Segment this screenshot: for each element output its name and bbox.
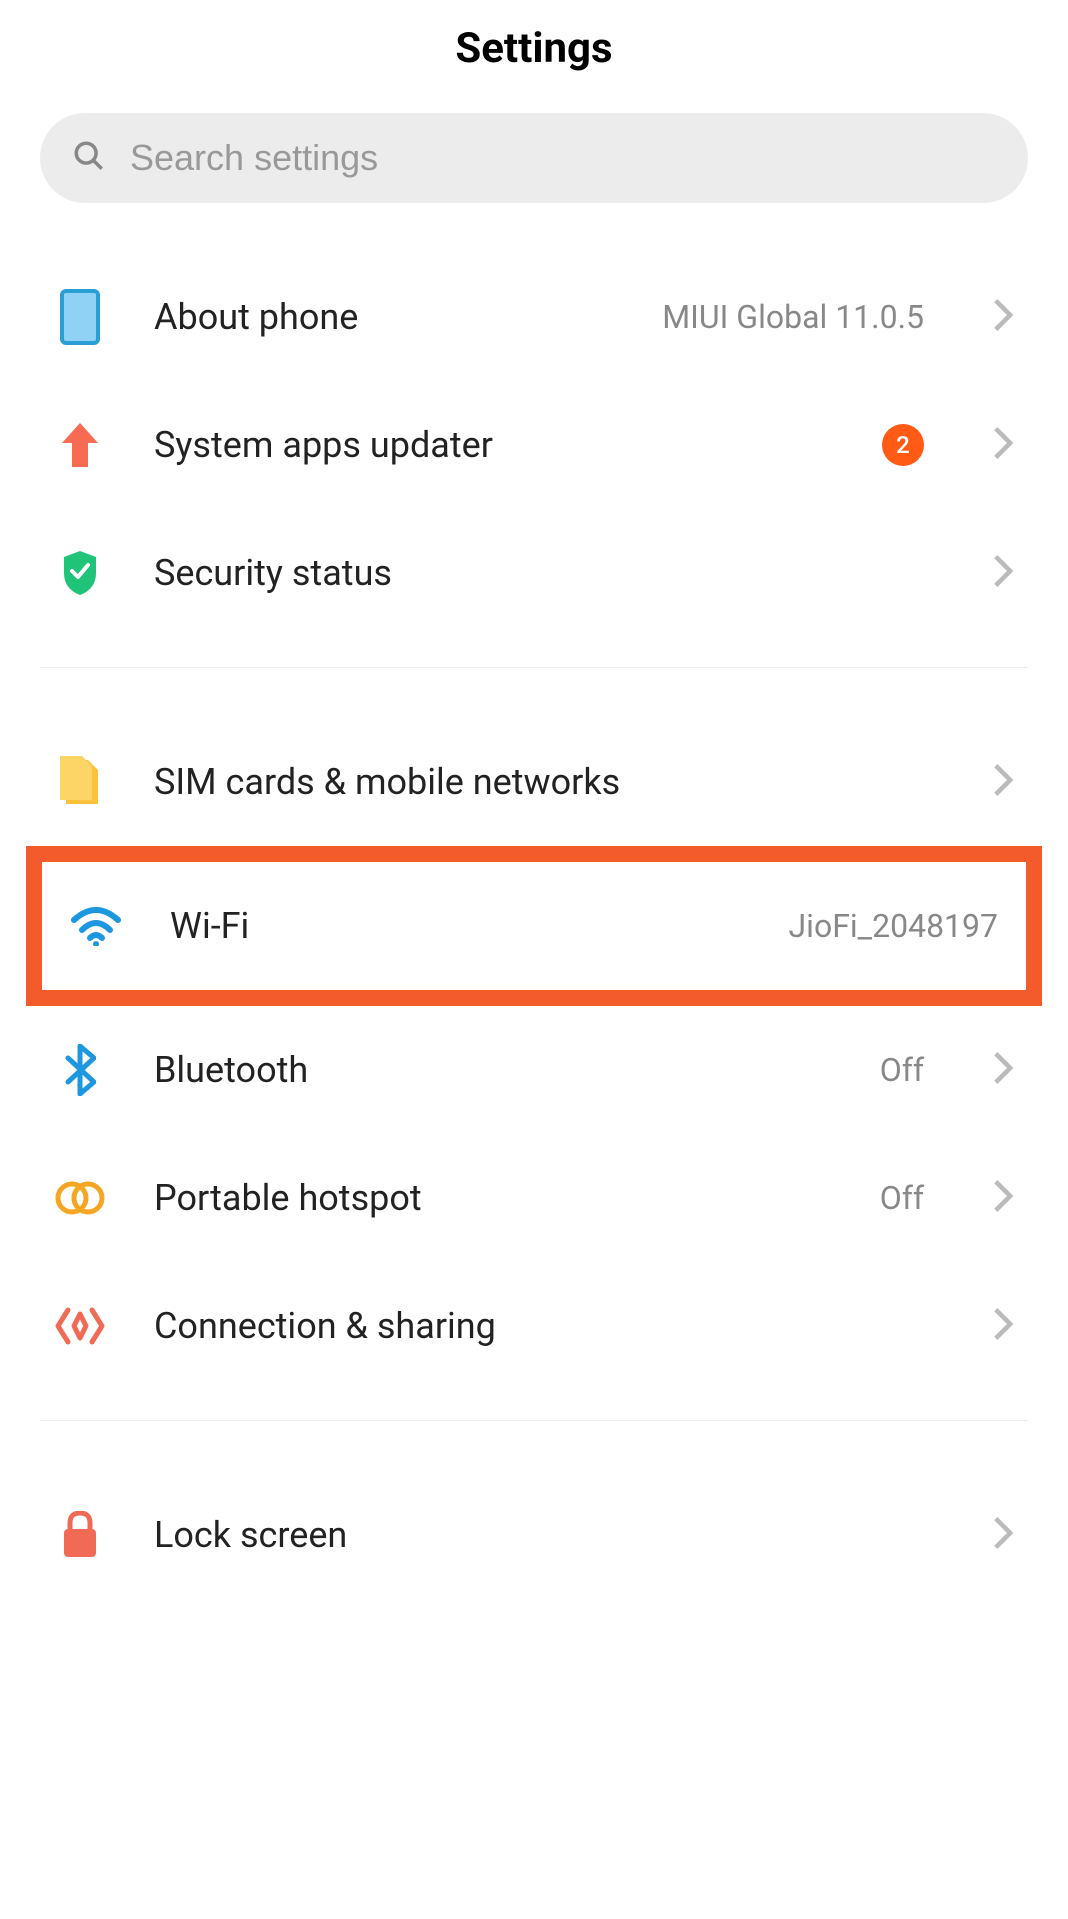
shield-check-icon: [54, 547, 106, 599]
header: Settings: [0, 0, 1068, 113]
item-system-apps-updater[interactable]: System apps updater 2: [40, 381, 1028, 509]
sim-icon: [54, 756, 106, 808]
item-label: SIM cards & mobile networks: [154, 761, 924, 803]
divider: [40, 1420, 1028, 1421]
search-bar[interactable]: [40, 113, 1028, 203]
chevron-right-icon: [992, 1050, 1014, 1090]
item-label: Portable hotspot: [154, 1177, 832, 1219]
item-label: Lock screen: [154, 1514, 924, 1556]
hotspot-icon: [54, 1172, 106, 1224]
item-label: Security status: [154, 552, 924, 594]
wifi-icon: [70, 900, 122, 952]
item-value: MIUI Global 11.0.5: [662, 298, 924, 336]
arrow-up-icon: [54, 419, 106, 471]
item-value: Off: [880, 1051, 924, 1089]
item-security-status[interactable]: Security status: [40, 509, 1028, 637]
item-connection-sharing[interactable]: Connection & sharing: [40, 1262, 1028, 1390]
item-about-phone[interactable]: About phone MIUI Global 11.0.5: [40, 253, 1028, 381]
chevron-right-icon: [992, 1306, 1014, 1346]
search-input[interactable]: [130, 137, 996, 179]
item-sim-cards[interactable]: SIM cards & mobile networks: [40, 718, 1028, 846]
item-portable-hotspot[interactable]: Portable hotspot Off: [40, 1134, 1028, 1262]
lock-icon: [54, 1509, 106, 1561]
item-value: JioFi_2048197: [789, 907, 998, 945]
chevron-right-icon: [992, 425, 1014, 465]
settings-list: About phone MIUI Global 11.0.5 System ap…: [0, 253, 1068, 1599]
item-label: Wi-Fi: [170, 905, 741, 947]
item-label: Bluetooth: [154, 1049, 832, 1091]
chevron-right-icon: [992, 553, 1014, 593]
item-label: System apps updater: [154, 424, 834, 466]
search-icon: [72, 139, 106, 177]
phone-icon: [54, 291, 106, 343]
item-wifi[interactable]: Wi-Fi JioFi_2048197: [42, 862, 1026, 990]
sharing-icon: [54, 1300, 106, 1352]
chevron-right-icon: [992, 1178, 1014, 1218]
item-label: Connection & sharing: [154, 1305, 924, 1347]
chevron-right-icon: [992, 297, 1014, 337]
item-value: Off: [880, 1179, 924, 1217]
wifi-highlight: Wi-Fi JioFi_2048197: [26, 846, 1042, 1006]
item-label: About phone: [154, 296, 614, 338]
item-bluetooth[interactable]: Bluetooth Off: [40, 1006, 1028, 1134]
item-lock-screen[interactable]: Lock screen: [40, 1471, 1028, 1599]
chevron-right-icon: [992, 762, 1014, 802]
bluetooth-icon: [54, 1044, 106, 1096]
update-badge: 2: [882, 424, 924, 466]
divider: [40, 667, 1028, 668]
chevron-right-icon: [992, 1515, 1014, 1555]
page-title: Settings: [0, 24, 1068, 73]
